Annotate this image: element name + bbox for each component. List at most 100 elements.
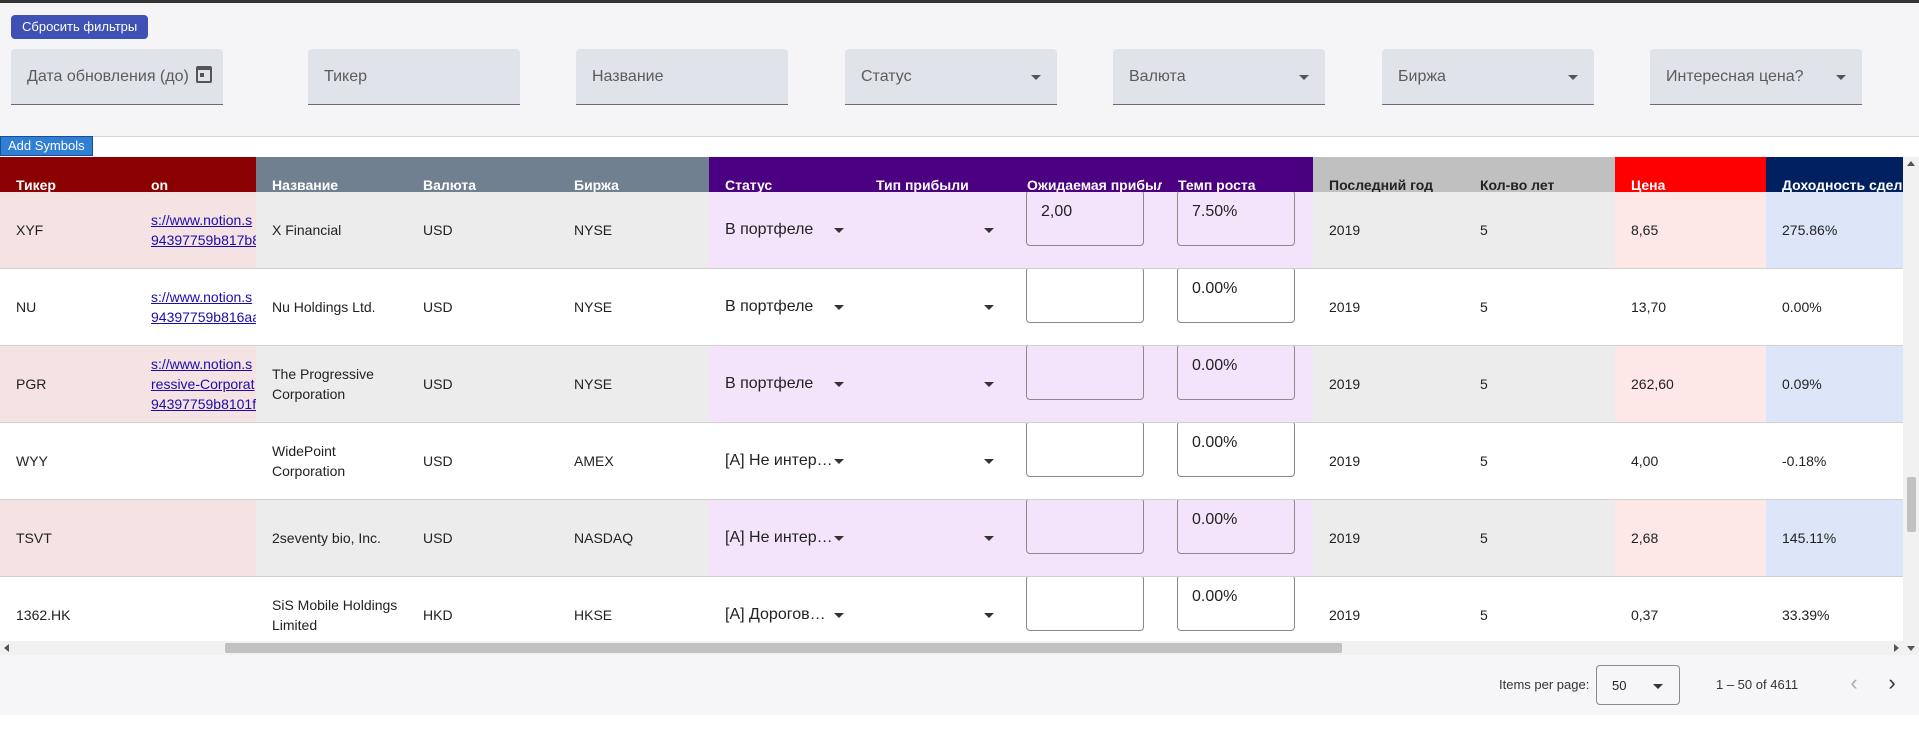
notion-link-line[interactable]: s://www.notion.s (151, 210, 256, 230)
horizontal-scroll-thumb[interactable] (225, 643, 1342, 653)
page-size-value: 50 (1612, 678, 1627, 693)
status-select[interactable]: [A] Не интер… (709, 423, 860, 499)
vertical-scroll-thumb[interactable] (1907, 477, 1916, 532)
scroll-up-icon[interactable] (1907, 161, 1915, 166)
scroll-down-icon[interactable] (1907, 646, 1915, 651)
profit-type-select[interactable] (860, 423, 1011, 499)
status-select[interactable]: В портфеле (709, 346, 860, 422)
status-select[interactable]: [A] Дорогов… (709, 577, 860, 641)
notion-link-line[interactable]: 94397759b816aa (151, 307, 256, 327)
table-row[interactable]: WYY WidePoint Corporation USD AMEX [A] Не ин… (0, 423, 1903, 500)
notion-link-line[interactable]: s://www.notion.s (151, 287, 256, 307)
notion-link-line[interactable]: 94397759b8101f (151, 394, 256, 414)
expected-profit-input[interactable] (1026, 577, 1144, 631)
exchange-filter-select[interactable]: Биржа (1382, 49, 1594, 105)
cell-growth-rate: 7.50% (1162, 192, 1313, 268)
status-select[interactable]: В портфеле (709, 269, 860, 345)
cell-last-year: 2019 (1329, 530, 1361, 546)
cell-years-count: 5 (1480, 299, 1488, 315)
scroll-left-icon[interactable] (4, 644, 9, 652)
reset-filters-button[interactable]: Сбросить фильтры (11, 15, 149, 39)
cell-last-year: 2019 (1329, 376, 1361, 392)
profit-type-select[interactable] (860, 269, 1011, 345)
ticker-filter-input[interactable]: Тикер (308, 49, 520, 105)
cell-price: 0,37 (1615, 577, 1766, 641)
cell-notion-link[interactable]: s://www.notion.s 94397759b817b8 (151, 192, 256, 268)
horizontal-scrollbar[interactable] (0, 641, 1903, 655)
notion-link-line[interactable]: ressive-Corporat (151, 374, 256, 394)
expected-profit-input[interactable] (1026, 500, 1144, 554)
cell-deal-yield: 145.11% (1766, 500, 1903, 576)
chevron-down-icon (834, 305, 844, 310)
cell-notion-link[interactable] (151, 423, 256, 499)
table-row[interactable]: TSVT 2seventy bio, Inc. USD NASDAQ [A] Не ин… (0, 500, 1903, 577)
table-row[interactable]: PGR s://www.notion.s ressive-Corporat 94397… (0, 346, 1903, 423)
cell-notion-link[interactable] (151, 577, 256, 641)
cell-deal-yield: 0.09% (1766, 346, 1903, 422)
cell-last-year: 2019 (1329, 607, 1361, 623)
expected-profit-input[interactable]: 2,00 (1026, 192, 1144, 246)
paginator: Items per page: 50 1 – 50 of 4611 ‹ › (0, 655, 1919, 715)
cell-exchange: AMEX (574, 453, 614, 469)
cell-name: WidePoint Corporation (272, 443, 346, 479)
exchange-filter-label: Биржа (1398, 68, 1446, 85)
expected-profit-input[interactable] (1026, 269, 1144, 323)
name-filter-label: Название (592, 68, 664, 85)
growth-rate-input[interactable]: 7.50% (1177, 192, 1295, 246)
expected-profit-input[interactable] (1026, 346, 1144, 400)
page-size-select[interactable]: 50 (1596, 665, 1680, 705)
currency-filter-select[interactable]: Валюта (1113, 49, 1325, 105)
status-select[interactable]: [A] Не интер… (709, 500, 860, 576)
cell-currency: USD (423, 222, 453, 238)
chevron-down-icon (1031, 75, 1041, 80)
notion-link-line[interactable]: s://www.notion.s (151, 354, 256, 374)
next-page-icon[interactable]: › (1880, 672, 1904, 696)
chevron-down-icon (1836, 75, 1846, 80)
cell-name: The Progressive Corporation (272, 366, 374, 402)
table-row[interactable]: 1362.HK SiS Mobile Holdings Limited HKD HKS… (0, 577, 1903, 641)
cell-ticker: PGR (0, 346, 151, 422)
profit-type-select[interactable] (860, 577, 1011, 641)
table-row[interactable]: XYF s://www.notion.s 94397759b817b8 X Finan… (0, 192, 1903, 269)
chevron-down-icon (834, 613, 844, 618)
add-symbols-button[interactable]: Add Symbols (0, 136, 93, 156)
status-filter-select[interactable]: Статус (845, 49, 1057, 105)
growth-rate-input[interactable]: 0.00% (1177, 269, 1295, 323)
chevron-down-icon (834, 459, 844, 464)
growth-rate-input[interactable]: 0.00% (1177, 346, 1295, 400)
chevron-down-icon (834, 228, 844, 233)
calendar-icon[interactable] (196, 66, 212, 83)
cell-name: 2seventy bio, Inc. (272, 530, 381, 546)
notion-link-line[interactable]: 94397759b817b8 (151, 230, 256, 250)
chevron-down-icon (1299, 75, 1309, 80)
cell-notion-link[interactable] (151, 500, 256, 576)
growth-rate-input[interactable]: 0.00% (1177, 577, 1295, 631)
update-date-field[interactable]: Дата обновления (до) (11, 49, 223, 105)
cell-ticker: WYY (0, 423, 151, 499)
cell-expected-profit (1011, 500, 1162, 576)
previous-page-icon[interactable]: ‹ (1842, 672, 1866, 696)
status-value: В портфеле (725, 298, 814, 315)
cell-expected-profit (1011, 423, 1162, 499)
cell-currency: USD (423, 376, 453, 392)
cell-expected-profit (1011, 346, 1162, 422)
table-row[interactable]: NU s://www.notion.s 94397759b816aa Nu Holdi… (0, 269, 1903, 346)
vertical-scrollbar[interactable] (1903, 157, 1919, 655)
interesting-price-filter-select[interactable]: Интересная цена? (1650, 49, 1862, 105)
profit-type-select[interactable] (860, 500, 1011, 576)
name-filter-input[interactable]: Название (576, 49, 788, 105)
status-select[interactable]: В портфеле (709, 192, 860, 268)
update-date-label: Дата обновления (до) (27, 68, 189, 85)
cell-notion-link[interactable]: s://www.notion.s 94397759b816aa (151, 269, 256, 345)
profit-type-select[interactable] (860, 192, 1011, 268)
profit-type-select[interactable] (860, 346, 1011, 422)
cell-currency: USD (423, 453, 453, 469)
cell-notion-link[interactable]: s://www.notion.s ressive-Corporat 94397759… (151, 346, 256, 422)
status-filter-label: Статус (861, 68, 912, 85)
chevron-down-icon (984, 305, 994, 310)
expected-profit-input[interactable] (1026, 423, 1144, 477)
scroll-right-icon[interactable] (1894, 644, 1899, 652)
growth-rate-input[interactable]: 0.00% (1177, 500, 1295, 554)
growth-rate-input[interactable]: 0.00% (1177, 423, 1295, 477)
cell-growth-rate: 0.00% (1162, 577, 1313, 641)
